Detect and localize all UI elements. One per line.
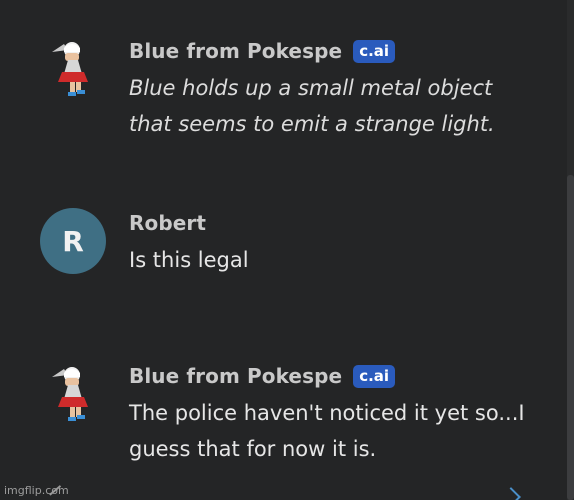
- watermark: imgflip.com: [4, 484, 69, 497]
- chevron-right-icon[interactable]: [501, 487, 521, 500]
- sender-name[interactable]: Blue from Pokespe: [129, 364, 342, 388]
- cai-badge: c.ai: [353, 364, 396, 388]
- message-header: Blue from Pokespe c.ai: [129, 361, 560, 391]
- sender-name[interactable]: Blue from Pokespe: [129, 39, 342, 63]
- sender-name[interactable]: Robert: [129, 211, 206, 235]
- message-body: Blue from Pokespe c.ai The police haven'…: [129, 361, 560, 467]
- message-header: Blue from Pokespe c.ai: [129, 36, 560, 66]
- character-avatar-icon[interactable]: [46, 363, 102, 423]
- user-avatar[interactable]: R: [40, 208, 106, 274]
- message-body: Blue from Pokespe c.ai Blue holds up a s…: [129, 36, 560, 142]
- message-header: Robert: [129, 208, 560, 238]
- cai-badge: c.ai: [353, 39, 396, 63]
- message-text: Is this legal: [129, 248, 249, 272]
- chat-screen: Blue from Pokespe c.ai Blue holds up a s…: [0, 0, 574, 500]
- character-avatar-icon[interactable]: [46, 38, 102, 98]
- scrollbar-thumb[interactable]: [567, 175, 574, 500]
- message-body: Robert Is this legal: [129, 208, 560, 278]
- message-text: The police haven't noticed it yet so...I…: [129, 401, 525, 461]
- message-text: Blue holds up a small metal object that …: [129, 76, 495, 136]
